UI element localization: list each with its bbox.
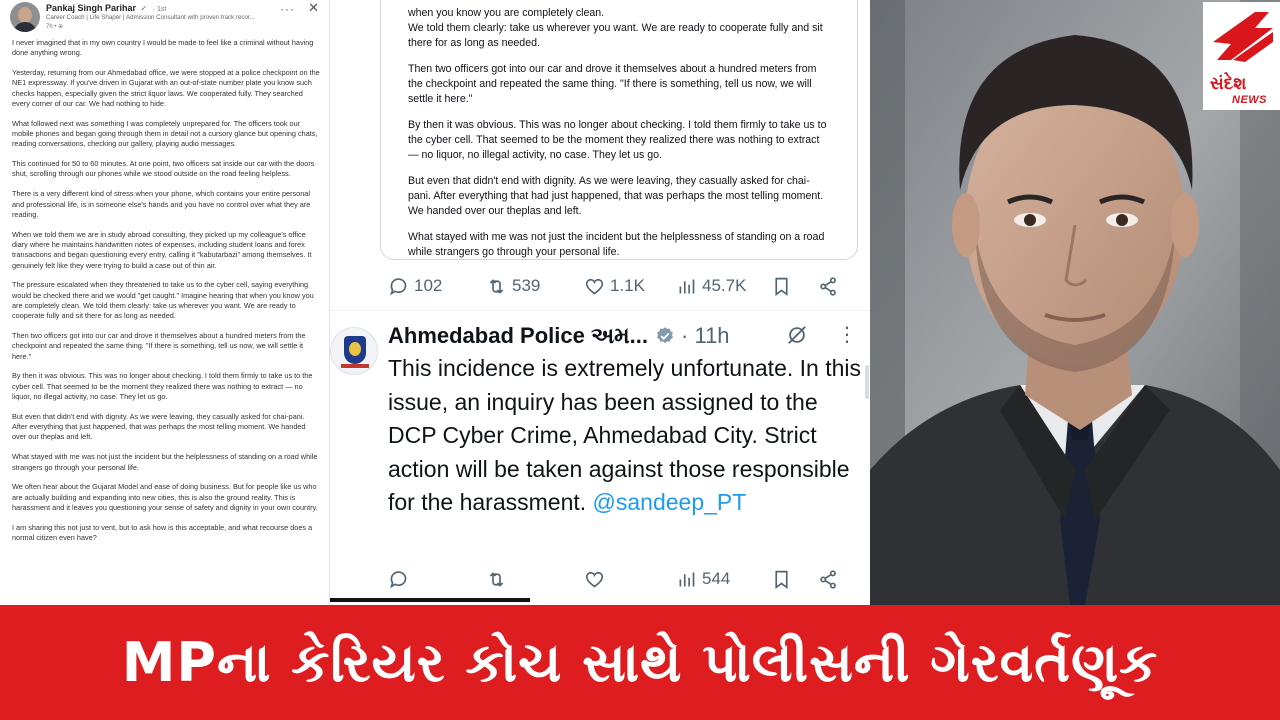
repost-button[interactable]: 539 (486, 274, 540, 298)
views-icon (679, 572, 695, 586)
repost-icon (489, 571, 504, 587)
like-button[interactable] (584, 567, 605, 591)
headline-text: MPના કેરિયર કોચ સાથે પોલીસની ગેરવર્તણૂક (121, 630, 1159, 694)
mention-link[interactable]: @sandeep_PT (593, 489, 747, 515)
views-button[interactable]: 45.7K (676, 274, 746, 298)
post-paragraph: The pressure escalated when they threate… (12, 280, 314, 321)
post-header: Pankaj Singh Parihar ✓ · 1st Career Coac… (10, 0, 325, 32)
reply-count: 102 (414, 276, 443, 295)
quoted-paragraph: when you know you are completely clean. … (408, 7, 823, 49)
post-paragraph: We often hear about the Gujarat Model an… (12, 482, 318, 512)
post-actions: 102 539 1.1K 45.7K (388, 274, 858, 298)
view-count: 544 (702, 569, 731, 588)
quoted-paragraph: Then two officers got into our car and d… (408, 63, 817, 105)
bookmark-icon (775, 277, 788, 296)
author-name[interactable]: Pankaj Singh Parihar ✓ · 1st (46, 3, 166, 13)
scrollbar-thumb[interactable] (865, 365, 869, 399)
divider (330, 598, 530, 602)
post-paragraph: Then two officers got into our car and d… (12, 331, 306, 361)
post-time: 7h • ⊕ (46, 23, 63, 30)
logo-news-text: NEWS (1232, 94, 1267, 106)
bookmark-icon (775, 570, 788, 589)
views-button[interactable]: 544 (676, 567, 730, 591)
quoted-paragraph: What stayed with me was not just the inc… (408, 231, 825, 258)
reply-header: Ahmedabad Police અમ... · 11h (388, 322, 730, 350)
x-thread: when you know you are completely clean. … (330, 0, 870, 605)
reply-icon (390, 277, 407, 295)
bookmark-button[interactable] (771, 567, 792, 591)
connection-degree: · 1st (152, 6, 167, 13)
police-avatar[interactable] (330, 327, 378, 375)
post-paragraph: When we told them we are in study abroad… (12, 229, 312, 270)
repost-button[interactable] (486, 567, 507, 591)
author-name-text: Pankaj Singh Parihar (46, 3, 137, 13)
reply-icon (390, 570, 407, 588)
quoted-paragraph: By then it was obvious. This was no long… (408, 119, 827, 161)
reply-actions: 544 (388, 567, 858, 591)
quoted-post-card[interactable]: when you know you are completely clean. … (380, 0, 858, 260)
close-icon[interactable]: ✕ (308, 0, 319, 16)
repost-icon (489, 278, 504, 294)
reply-time[interactable]: · 11h (681, 323, 730, 349)
view-count: 45.7K (702, 276, 747, 295)
share-icon (820, 276, 836, 296)
post-paragraph: But even that didn't end with dignity. A… (12, 411, 306, 442)
share-button[interactable] (818, 567, 839, 591)
post-paragraph: There is a very different kind of stress… (12, 189, 311, 219)
verified-icon: ✓ (140, 4, 148, 13)
grok-icon[interactable] (786, 324, 808, 346)
reply-text: This incidence is extremely unfortunate.… (388, 352, 864, 520)
heart-icon (585, 571, 604, 587)
author-avatar[interactable] (10, 2, 40, 32)
more-options-icon[interactable]: ··· (280, 2, 295, 16)
headline-banner: MPના કેરિયર કોચ સાથે પોલીસની ગેરવર્તણૂક (0, 605, 1280, 720)
share-button[interactable] (818, 274, 839, 298)
post-paragraph: What stayed with me was not just the inc… (12, 452, 318, 472)
post-paragraph: This continued for 50 to 60 minutes. At … (12, 159, 315, 179)
bookmark-button[interactable] (771, 274, 792, 298)
heart-icon (585, 278, 604, 294)
author-headline: Career Coach | Life Shaper | Admission C… (46, 14, 255, 21)
more-options-icon[interactable]: ⋮ (837, 325, 857, 345)
police-account-name[interactable]: Ahmedabad Police અમ... (388, 323, 648, 349)
post-paragraph: What followed next was something I was c… (12, 118, 318, 149)
post-paragraph: I never imagined that in my own country … (12, 38, 314, 58)
post-paragraph: Yesterday, returning from our Ahmedabad … (12, 68, 320, 108)
post-body: I never imagined that in my own country … (12, 38, 320, 553)
linkedin-post: Pankaj Singh Parihar ✓ · 1st Career Coac… (0, 0, 330, 605)
logo-wordmark: સંદેશ (1210, 74, 1247, 94)
post-paragraph: I am sharing this not just to vent, but … (12, 522, 313, 542)
like-count: 1.1K (610, 276, 645, 295)
views-icon (679, 279, 695, 293)
share-icon (820, 569, 836, 589)
globe-icon: ⊕ (58, 24, 64, 30)
divider (330, 310, 870, 311)
post-time-text: 7h • (46, 24, 57, 30)
quoted-paragraph: But even that didn't end with dignity. A… (408, 175, 824, 217)
like-button[interactable]: 1.1K (584, 274, 645, 298)
repost-count: 539 (512, 276, 541, 295)
reply-button[interactable] (388, 567, 409, 591)
verified-badge-icon (657, 327, 673, 344)
reply-button[interactable]: 102 (388, 274, 442, 298)
post-paragraph: By then it was obvious. This was no long… (12, 371, 313, 402)
